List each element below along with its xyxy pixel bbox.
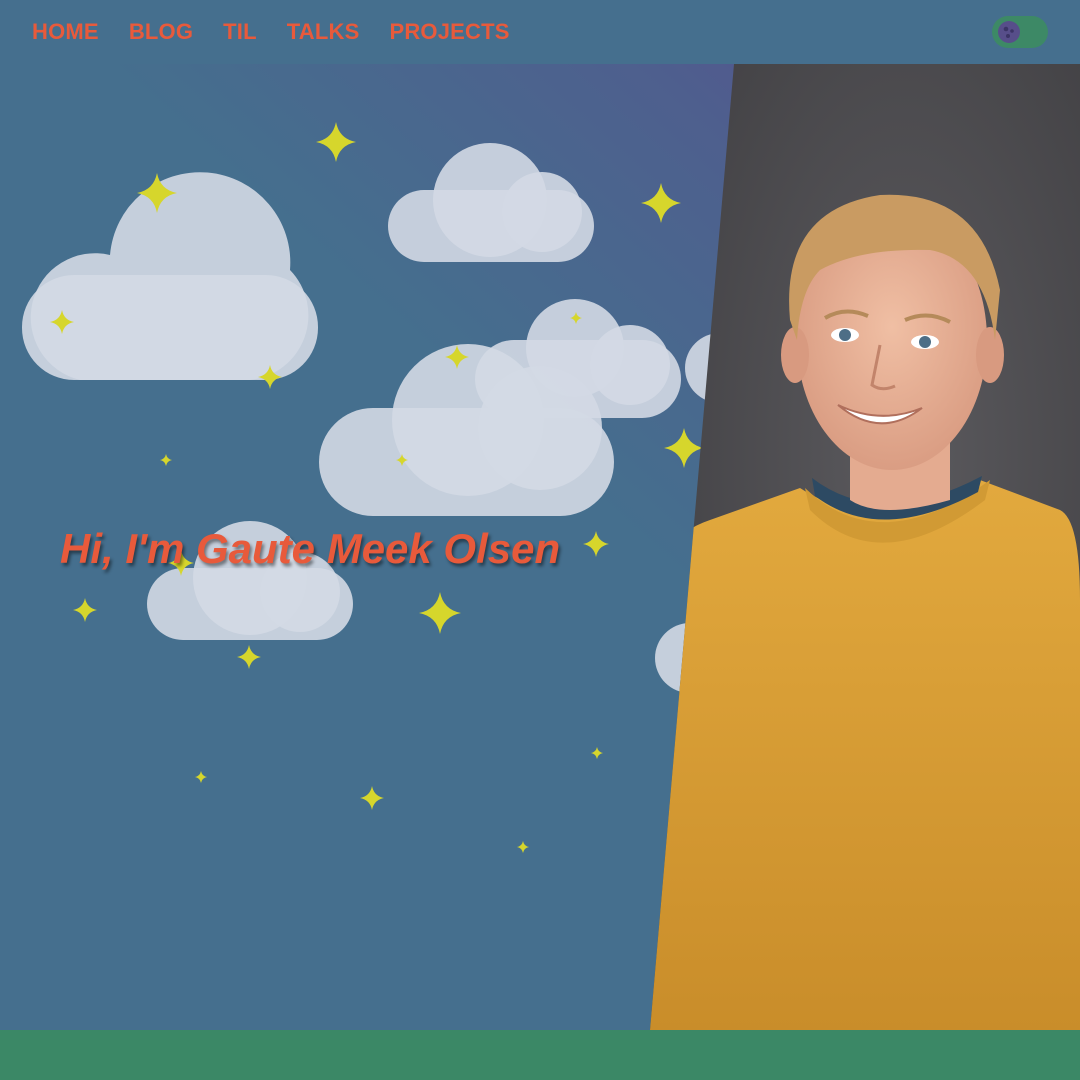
- nav-talks-link[interactable]: TALKS: [287, 18, 360, 46]
- footer-bar: [0, 1030, 1080, 1080]
- hero-heading: Hi, I'm Gaute Meek Olsen: [60, 525, 561, 572]
- main-nav: HOME BLOG TIL TALKS PROJECTS: [32, 18, 510, 46]
- moon-icon: [998, 21, 1020, 43]
- nav-blog-link[interactable]: BLOG: [129, 18, 193, 46]
- nav-til-link[interactable]: TIL: [223, 18, 257, 46]
- hero-section: Hi, I'm Gaute Meek Olsen: [0, 64, 1080, 1030]
- nav-projects-link[interactable]: PROJECTS: [389, 18, 509, 46]
- top-navigation-bar: HOME BLOG TIL TALKS PROJECTS: [0, 0, 1080, 64]
- theme-toggle[interactable]: [992, 16, 1048, 48]
- nav-home-link[interactable]: HOME: [32, 18, 99, 46]
